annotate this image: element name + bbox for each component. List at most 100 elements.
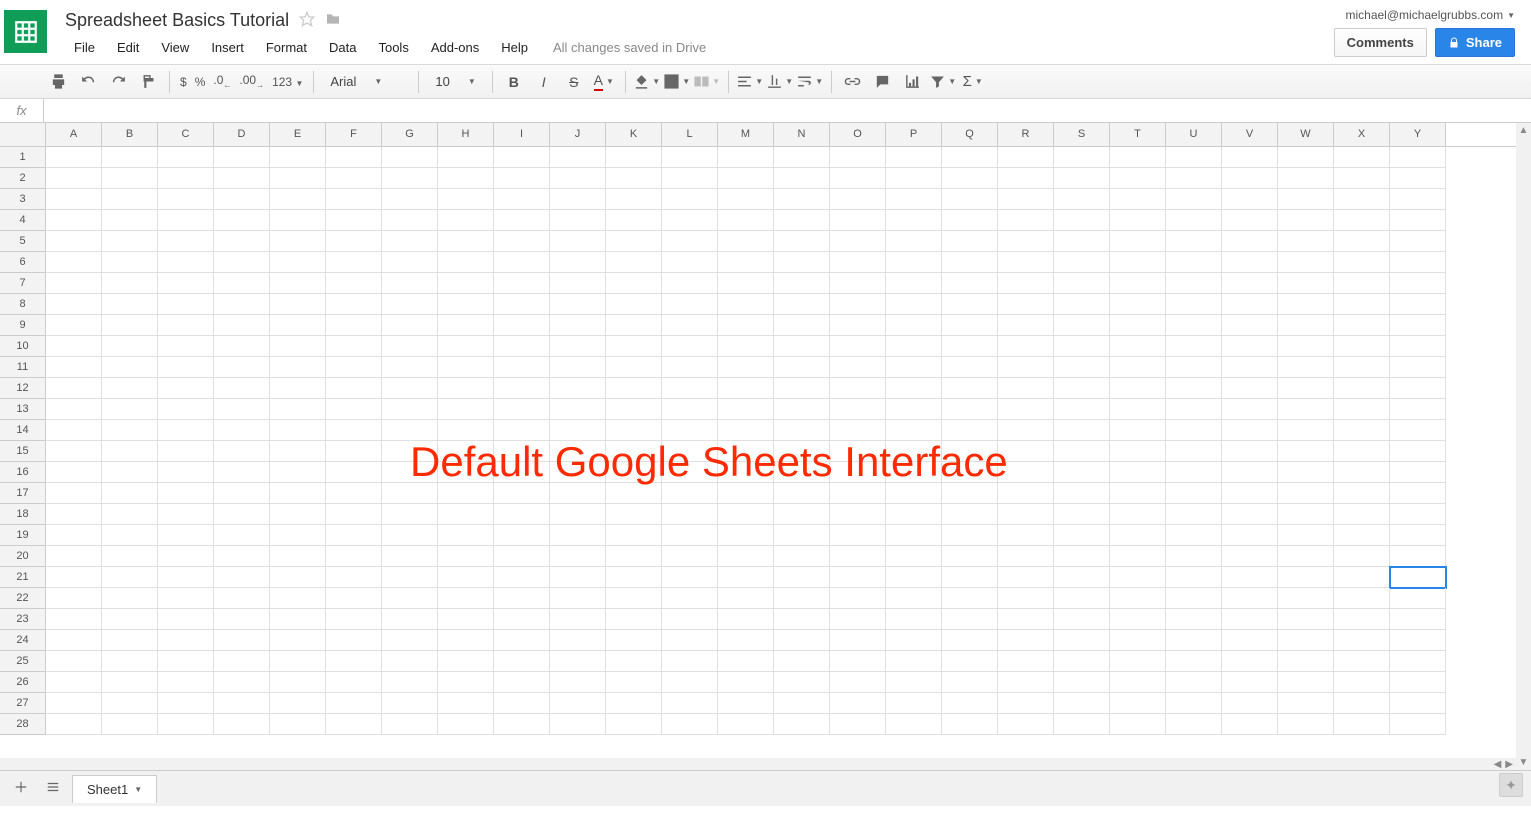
column-header[interactable]: A — [46, 123, 102, 146]
cell[interactable] — [998, 189, 1054, 210]
cell[interactable] — [774, 651, 830, 672]
cell[interactable] — [1222, 273, 1278, 294]
cell[interactable] — [886, 693, 942, 714]
cell[interactable] — [1390, 189, 1446, 210]
cell[interactable] — [774, 420, 830, 441]
cell[interactable] — [942, 399, 998, 420]
cell[interactable] — [550, 210, 606, 231]
cell[interactable] — [942, 273, 998, 294]
cell[interactable] — [718, 504, 774, 525]
cell[interactable] — [1166, 609, 1222, 630]
cell[interactable] — [886, 336, 942, 357]
cell[interactable] — [550, 525, 606, 546]
row-header[interactable]: 28 — [0, 714, 46, 735]
row-header[interactable]: 21 — [0, 567, 46, 588]
cell[interactable] — [1390, 210, 1446, 231]
cell[interactable] — [830, 546, 886, 567]
cell[interactable] — [942, 567, 998, 588]
cell[interactable] — [886, 441, 942, 462]
cell[interactable] — [550, 315, 606, 336]
cell[interactable] — [270, 399, 326, 420]
cell[interactable] — [998, 609, 1054, 630]
cell[interactable] — [1054, 714, 1110, 735]
row-header[interactable]: 7 — [0, 273, 46, 294]
more-formats[interactable]: 123 ▼ — [269, 75, 306, 89]
cell[interactable] — [886, 315, 942, 336]
cell[interactable] — [662, 651, 718, 672]
column-header[interactable]: Y — [1390, 123, 1446, 146]
cell[interactable] — [998, 714, 1054, 735]
cell[interactable] — [1110, 483, 1166, 504]
cell[interactable] — [606, 525, 662, 546]
cell[interactable] — [214, 210, 270, 231]
cell[interactable] — [438, 252, 494, 273]
print-icon[interactable] — [44, 69, 72, 95]
cell[interactable] — [998, 693, 1054, 714]
cell[interactable] — [1278, 357, 1334, 378]
cell[interactable] — [662, 147, 718, 168]
cell[interactable] — [158, 546, 214, 567]
cell[interactable] — [214, 714, 270, 735]
cell[interactable] — [718, 609, 774, 630]
cell[interactable] — [326, 441, 382, 462]
cell[interactable] — [1110, 693, 1166, 714]
cell[interactable] — [662, 504, 718, 525]
cell[interactable] — [662, 189, 718, 210]
cell[interactable] — [830, 609, 886, 630]
cell[interactable] — [774, 567, 830, 588]
cell[interactable] — [830, 420, 886, 441]
cell[interactable] — [998, 483, 1054, 504]
cell[interactable] — [382, 147, 438, 168]
cell[interactable] — [606, 315, 662, 336]
cell[interactable] — [942, 420, 998, 441]
cell[interactable] — [158, 252, 214, 273]
cell[interactable] — [494, 399, 550, 420]
cell[interactable] — [830, 336, 886, 357]
cell[interactable] — [830, 273, 886, 294]
cell[interactable] — [662, 462, 718, 483]
column-header[interactable]: X — [1334, 123, 1390, 146]
cell[interactable] — [438, 147, 494, 168]
cell[interactable] — [494, 546, 550, 567]
cell[interactable] — [606, 651, 662, 672]
cell[interactable] — [1278, 231, 1334, 252]
cell[interactable] — [606, 168, 662, 189]
cell[interactable] — [270, 588, 326, 609]
cell[interactable] — [942, 189, 998, 210]
cell[interactable] — [1278, 273, 1334, 294]
doc-title[interactable]: Spreadsheet Basics Tutorial — [65, 10, 289, 31]
cell[interactable] — [718, 483, 774, 504]
cell[interactable] — [830, 588, 886, 609]
cell[interactable] — [270, 273, 326, 294]
cell[interactable] — [438, 441, 494, 462]
row-header[interactable]: 8 — [0, 294, 46, 315]
cell[interactable] — [382, 714, 438, 735]
cell[interactable] — [1334, 462, 1390, 483]
cell[interactable] — [662, 336, 718, 357]
cell[interactable] — [1110, 378, 1166, 399]
row-header[interactable]: 17 — [0, 483, 46, 504]
vertical-scrollbar[interactable]: ▲ ▼ — [1516, 123, 1531, 770]
cell[interactable] — [270, 462, 326, 483]
cell[interactable] — [214, 567, 270, 588]
cell[interactable] — [1334, 294, 1390, 315]
cell[interactable] — [102, 168, 158, 189]
cell[interactable] — [550, 504, 606, 525]
cell[interactable] — [1110, 588, 1166, 609]
cell[interactable] — [158, 378, 214, 399]
cell[interactable] — [494, 441, 550, 462]
cell[interactable] — [774, 336, 830, 357]
cell[interactable] — [382, 378, 438, 399]
cell[interactable] — [1054, 210, 1110, 231]
cell[interactable] — [438, 714, 494, 735]
cell[interactable] — [998, 147, 1054, 168]
cell[interactable] — [494, 294, 550, 315]
cell[interactable] — [774, 273, 830, 294]
cell[interactable] — [382, 420, 438, 441]
cell[interactable] — [382, 252, 438, 273]
cell[interactable] — [46, 651, 102, 672]
cell[interactable] — [1390, 378, 1446, 399]
share-button[interactable]: Share — [1435, 28, 1515, 57]
cell[interactable] — [1334, 651, 1390, 672]
cell[interactable] — [606, 336, 662, 357]
